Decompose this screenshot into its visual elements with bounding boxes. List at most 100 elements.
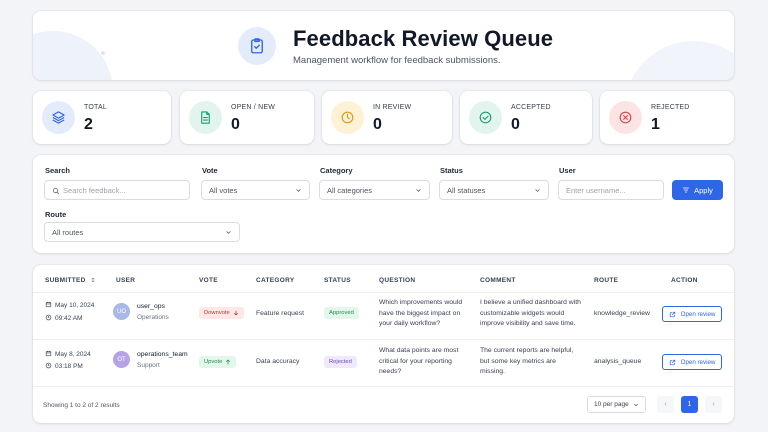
calendar-icon — [45, 350, 52, 357]
route-select-value: All routes — [52, 227, 84, 237]
question-line: have the biggest impact on — [379, 309, 461, 317]
user-team: Support — [137, 362, 160, 369]
chevron-down-icon — [416, 189, 421, 192]
stat-value: 0 — [373, 116, 382, 133]
column-header-route: ROUTE — [594, 277, 619, 284]
page-title: Feedback Review Queue — [293, 26, 554, 51]
stat-label: REJECTED — [651, 104, 690, 111]
submitted-time: 09:42 AM — [45, 314, 82, 325]
stat-value: 1 — [651, 116, 660, 133]
apply-button-label: Apply — [694, 185, 713, 195]
time-text: 09:42 AM — [55, 315, 83, 322]
status-badge-approved: Approved — [324, 307, 359, 319]
question-text: What data points are most critical for y… — [379, 346, 458, 378]
clock-icon — [45, 362, 52, 369]
vote-label: Vote — [202, 166, 218, 175]
external-link-icon — [669, 311, 675, 317]
arrow-down-icon — [233, 310, 238, 316]
category-text: Data accuracy — [256, 358, 300, 365]
stat-card-in-review: IN REVIEW 0 — [322, 91, 452, 144]
open-review-label: Open review — [680, 310, 716, 318]
user-placeholder: Enter username... — [566, 185, 626, 195]
filter-icon — [683, 187, 690, 193]
search-input[interactable]: Search feedback... — [44, 180, 190, 200]
time-text: 03:18 PM — [55, 363, 83, 370]
user-name[interactable]: operations_team — [137, 350, 188, 361]
vote-badge-upvote: Upvote — [199, 356, 237, 368]
column-header-status: STATUS — [324, 277, 351, 284]
question-line: your daily workflow? — [379, 320, 441, 327]
user-input[interactable]: Enter username... — [558, 180, 664, 200]
header-decoration — [624, 41, 734, 80]
vote-select-value: All votes — [209, 185, 238, 195]
page-button-current[interactable]: 1 — [681, 396, 698, 413]
per-page-select[interactable]: 10 per page — [587, 396, 646, 413]
date-text: May 10, 2024 — [55, 302, 95, 309]
route-text: knowledge_review — [594, 310, 650, 317]
status-badge-rejected: Rejected — [324, 356, 357, 368]
column-header-category: CATEGORY — [256, 277, 295, 284]
prev-page-button[interactable]: ‹ — [657, 396, 674, 413]
column-header-submitted[interactable]: SUBMITTED — [45, 277, 96, 284]
search-label: Search — [45, 166, 71, 175]
stat-card-total: TOTAL 2 — [33, 91, 171, 144]
open-review-button[interactable]: Open review — [662, 306, 722, 322]
question-line: needs? — [379, 368, 402, 375]
stat-value: 0 — [231, 116, 240, 133]
user-name[interactable]: user_ops — [137, 302, 165, 313]
vote-badge-downvote: Downvote — [199, 307, 244, 319]
comment-line: I believe a unified dashboard with — [480, 299, 581, 306]
stat-label: TOTAL — [84, 104, 107, 111]
question-line: critical for your reporting — [379, 357, 452, 365]
route-label: Route — [45, 210, 67, 219]
divider — [33, 292, 734, 293]
status-label: Status — [440, 166, 463, 175]
vote-badge-label: Downvote — [204, 310, 230, 316]
category-label: Category — [320, 166, 353, 175]
header-decoration — [101, 51, 105, 55]
route-select[interactable]: All routes — [44, 222, 240, 242]
document-icon — [189, 101, 222, 134]
apply-button[interactable]: Apply — [672, 180, 723, 200]
stat-label: OPEN / NEW — [231, 104, 276, 111]
column-header-label: SUBMITTED — [45, 277, 86, 284]
submitted-date: May 8, 2024 — [45, 350, 91, 361]
page-subtitle: Management workflow for feedback submiss… — [293, 55, 501, 66]
submitted-date: May 10, 2024 — [45, 301, 94, 312]
user-team: Operations — [137, 314, 169, 321]
page-header: Feedback Review Queue Management workflo… — [33, 11, 734, 80]
divider — [33, 339, 734, 340]
stat-card-rejected: REJECTED 1 — [600, 91, 734, 144]
question-line: What data points are most — [379, 347, 459, 354]
column-header-comment: COMMENT — [480, 277, 516, 284]
open-review-button[interactable]: Open review — [662, 354, 722, 370]
user-label: User — [559, 166, 576, 175]
stat-value: 2 — [84, 116, 93, 133]
question-text: Which improvements would have the bigges… — [379, 298, 462, 330]
chevron-down-icon — [296, 189, 301, 192]
divider — [33, 386, 734, 387]
category-text: Feature request — [256, 310, 304, 317]
open-review-label: Open review — [680, 358, 716, 366]
route-text: analysis_queue — [594, 358, 642, 365]
comment-line: customizable widgets would — [480, 309, 565, 317]
layers-icon — [42, 101, 75, 134]
category-select-value: All categories — [327, 185, 373, 195]
clock-icon — [331, 101, 364, 134]
comment-line: The current reports are helpful, — [480, 347, 574, 354]
avatar: OT — [113, 351, 130, 368]
filter-panel: Search Search feedback... Vote All votes… — [33, 155, 734, 253]
comment-line: but some key metrics are — [480, 357, 556, 365]
results-summary: Showing 1 to 2 of 2 results — [43, 402, 120, 409]
category-select[interactable]: All categories — [319, 180, 430, 200]
search-placeholder: Search feedback... — [63, 185, 126, 195]
vote-select[interactable]: All votes — [201, 180, 310, 200]
next-page-button[interactable]: › — [705, 396, 722, 413]
comment-line: missing. — [480, 368, 505, 375]
status-select[interactable]: All statuses — [439, 180, 549, 200]
stat-card-open: OPEN / NEW 0 — [180, 91, 314, 144]
date-text: May 8, 2024 — [55, 351, 91, 358]
search-icon — [52, 187, 60, 195]
per-page-value: 10 per page — [594, 401, 629, 408]
column-header-vote: VOTE — [199, 277, 218, 284]
